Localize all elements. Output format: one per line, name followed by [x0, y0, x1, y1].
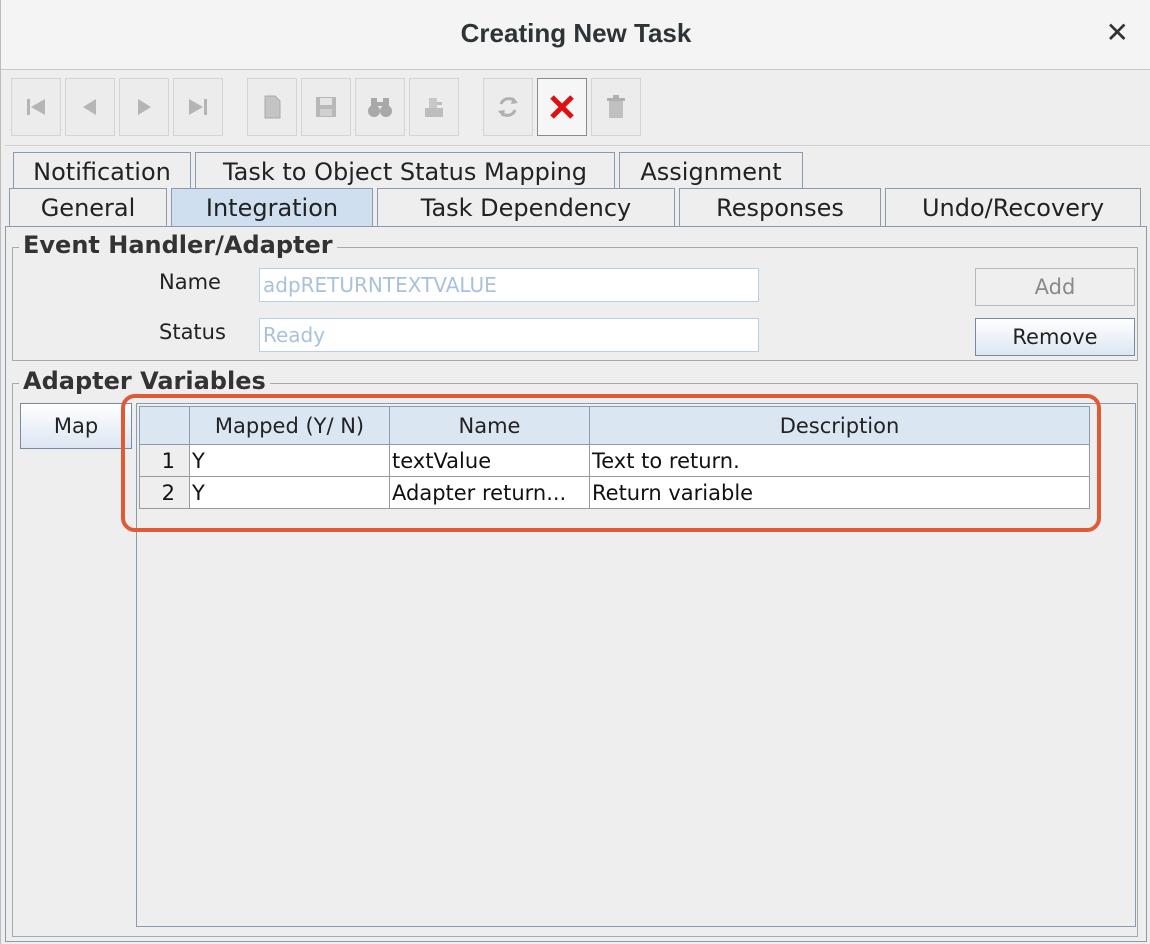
name-label: Name [159, 270, 221, 294]
table-row[interactable]: 1 Y textValue Text to return. [139, 444, 1090, 477]
tab-general[interactable]: General [9, 188, 167, 226]
cell-description[interactable]: Return variable [589, 476, 1090, 509]
last-record-icon[interactable] [173, 78, 223, 136]
new-document-icon[interactable] [247, 78, 297, 136]
title-bar: Creating New Task ✕ [1, 0, 1150, 70]
cell-description[interactable]: Text to return. [589, 444, 1090, 477]
refresh-icon[interactable] [483, 78, 533, 136]
tab-row-bottom: General Integration Task Dependency Resp… [1, 188, 1150, 226]
delete-trash-icon[interactable] [591, 78, 641, 136]
window-title: Creating New Task [460, 18, 692, 48]
previous-record-icon[interactable] [65, 78, 115, 136]
tab-undo-recovery[interactable]: Undo/Recovery [885, 188, 1141, 226]
save-icon[interactable] [301, 78, 351, 136]
cell-mapped[interactable]: Y [189, 444, 390, 477]
tab-notification[interactable]: Notification [13, 152, 191, 190]
event-handler-group-title: Event Handler/Adapter [19, 231, 337, 259]
remove-button-label: Remove [1012, 325, 1098, 349]
tab-task-dependency[interactable]: Task Dependency [377, 188, 675, 226]
remove-button[interactable]: Remove [975, 318, 1135, 356]
tab-integration[interactable]: Integration [171, 188, 373, 226]
tab-row-top: Notification Task to Object Status Mappi… [1, 152, 1150, 190]
add-button[interactable]: Add [975, 268, 1135, 306]
row-number: 2 [139, 476, 190, 509]
row-number: 1 [139, 444, 190, 477]
column-header-mapped[interactable]: Mapped (Y/ N) [189, 406, 390, 445]
tab-responses[interactable]: Responses [679, 188, 881, 226]
tab-task-to-object-status-mapping[interactable]: Task to Object Status Mapping [195, 152, 615, 190]
adapter-status-field[interactable]: Ready [259, 318, 759, 352]
cell-name[interactable]: textValue [389, 444, 590, 477]
table-header-row: Mapped (Y/ N) Name Description [139, 406, 1090, 445]
tab-assignment[interactable]: Assignment [619, 152, 803, 190]
first-record-icon[interactable] [11, 78, 61, 136]
event-handler-group: Event Handler/Adapter Name adpRETURNTEXT… [12, 231, 1138, 361]
column-header-description[interactable]: Description [589, 406, 1090, 445]
map-button-label: Map [53, 414, 99, 438]
find-binoculars-icon[interactable] [355, 78, 405, 136]
next-record-icon[interactable] [119, 78, 169, 136]
adapter-name-field[interactable]: adpRETURNTEXTVALUE [259, 268, 759, 302]
column-header-rownum [139, 406, 190, 445]
cancel-red-x-icon[interactable] [537, 78, 587, 136]
adapter-variables-group-title: Adapter Variables [19, 367, 270, 395]
dialog-window: Creating New Task ✕ Notification Task to… [0, 0, 1150, 944]
integration-panel: Event Handler/Adapter Name adpRETURNTEXT… [5, 226, 1147, 942]
column-header-name[interactable]: Name [389, 406, 590, 445]
map-button[interactable]: Map [20, 403, 132, 449]
cell-mapped[interactable]: Y [189, 476, 390, 509]
adapter-variables-table: Mapped (Y/ N) Name Description 1 Y textV… [139, 406, 1090, 509]
cell-name[interactable]: Adapter return... [389, 476, 590, 509]
toolbar [5, 72, 1150, 146]
status-label: Status [159, 320, 226, 344]
add-button-label: Add [1034, 275, 1076, 299]
query-icon[interactable] [409, 78, 459, 136]
close-icon[interactable]: ✕ [1106, 18, 1129, 48]
adapter-variables-table-area: Mapped (Y/ N) Name Description 1 Y textV… [136, 403, 1136, 927]
table-row[interactable]: 2 Y Adapter return... Return variable [139, 476, 1090, 509]
